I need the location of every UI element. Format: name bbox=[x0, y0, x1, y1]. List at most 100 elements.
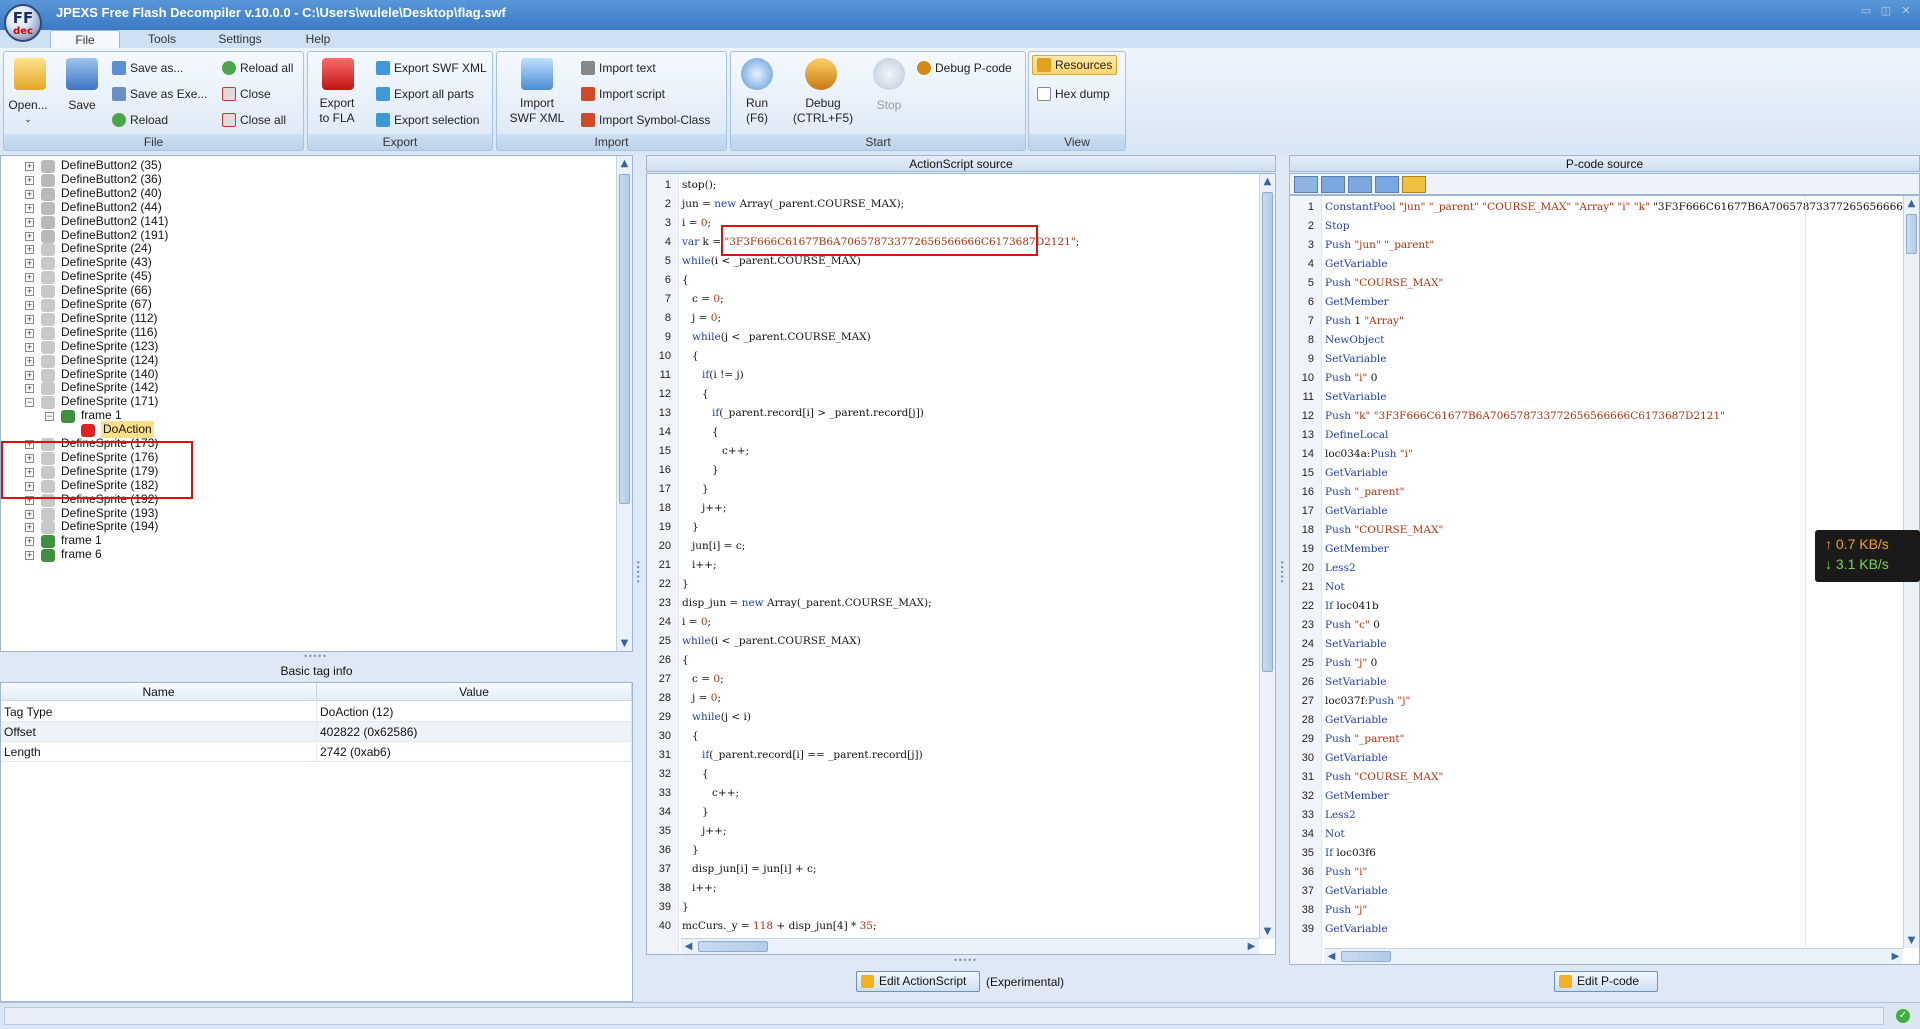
start-group-title: Start bbox=[731, 134, 1025, 150]
import-script-button[interactable]: Import script bbox=[581, 86, 665, 102]
minimize-icon[interactable]: ▭ bbox=[1858, 4, 1874, 18]
scroll-right-icon[interactable]: ▶ bbox=[1244, 939, 1259, 954]
scroll-up-icon[interactable]: ▲ bbox=[1904, 196, 1919, 211]
scroll-down-icon[interactable]: ▼ bbox=[617, 636, 632, 651]
run-play-icon[interactable] bbox=[741, 58, 773, 90]
save-disk-icon[interactable] bbox=[66, 58, 98, 90]
expand-icon[interactable]: + bbox=[25, 551, 34, 561]
pcode-hscrollbar[interactable]: ◀ ▶ bbox=[1324, 948, 1903, 964]
expand-icon[interactable]: + bbox=[25, 175, 34, 185]
expand-icon[interactable]: + bbox=[25, 384, 34, 394]
import-swf-xml-button[interactable]: Import SWF XML bbox=[505, 96, 569, 126]
stop-icon[interactable] bbox=[873, 58, 905, 90]
col-name-header[interactable]: Name bbox=[1, 683, 317, 701]
export-selection-button[interactable]: Export selection bbox=[376, 112, 479, 128]
collapse-icon[interactable]: − bbox=[25, 398, 34, 408]
tab-settings[interactable]: Settings bbox=[206, 30, 274, 48]
export-all-parts-button[interactable]: Export all parts bbox=[376, 86, 474, 102]
export-swf-xml-button[interactable]: Export SWF XML bbox=[376, 60, 487, 76]
open-button[interactable]: Open... bbox=[8, 98, 48, 113]
align-icon[interactable] bbox=[1294, 176, 1318, 193]
settings-icon[interactable] bbox=[1402, 176, 1426, 193]
code-line: If loc03f6 bbox=[1325, 847, 1376, 859]
import-xml-icon[interactable] bbox=[521, 58, 553, 90]
run-button[interactable]: Run (F6) bbox=[735, 96, 779, 126]
tree-item[interactable]: + frame 6 bbox=[1, 547, 613, 564]
open-folder-icon[interactable] bbox=[14, 58, 46, 90]
pcode-hscroll-thumb[interactable] bbox=[1341, 951, 1391, 962]
expand-icon[interactable]: + bbox=[25, 314, 34, 324]
close-icon[interactable]: ✕ bbox=[1898, 4, 1914, 18]
as-scroll-thumb[interactable] bbox=[1262, 192, 1273, 672]
as-hscrollbar[interactable]: ◀ ▶ bbox=[681, 938, 1259, 954]
expand-icon[interactable]: + bbox=[25, 273, 34, 283]
scroll-down-icon[interactable]: ▼ bbox=[1260, 924, 1275, 939]
export-fla-button[interactable]: Export to FLA bbox=[312, 96, 362, 126]
actionscript-editor[interactable]: 1 stop(); 2 jun = new Array(_parent.COURSE_… bbox=[646, 173, 1276, 955]
import-text-button[interactable]: Import text bbox=[581, 60, 656, 76]
reload-all-button[interactable]: Reload all bbox=[222, 60, 293, 76]
splitter-handle[interactable]: ••••• bbox=[950, 957, 980, 965]
tab-help[interactable]: Help bbox=[290, 30, 346, 48]
resources-button[interactable]: Resources bbox=[1032, 55, 1118, 75]
debug-bug-icon[interactable] bbox=[805, 58, 837, 90]
debug-button[interactable]: Debug (CTRL+F5) bbox=[783, 96, 863, 126]
expand-icon[interactable]: + bbox=[25, 189, 34, 199]
as-hscroll-thumb[interactable] bbox=[698, 941, 768, 952]
tab-tools[interactable]: Tools bbox=[130, 30, 194, 48]
expand-icon[interactable]: + bbox=[25, 217, 34, 227]
code-line: j = 0; bbox=[682, 692, 721, 704]
scroll-up-icon[interactable]: ▲ bbox=[1260, 174, 1275, 189]
save-as-exe-button[interactable]: Save as Exe... bbox=[112, 86, 207, 102]
expand-icon[interactable]: + bbox=[25, 356, 34, 366]
scroll-right-icon[interactable]: ▶ bbox=[1888, 949, 1903, 964]
pcode-scroll-thumb[interactable] bbox=[1906, 214, 1917, 254]
splitter-handle[interactable]: ••••• bbox=[633, 560, 642, 590]
edit-actionscript-button[interactable]: Edit ActionScript bbox=[856, 971, 980, 992]
collapse-icon[interactable]: − bbox=[45, 412, 54, 422]
scroll-down-icon[interactable]: ▼ bbox=[1904, 933, 1919, 948]
expand-icon[interactable]: + bbox=[25, 509, 34, 519]
tag-tree[interactable]: + DefineButton2 (35) + DefineButton2 (36) + D… bbox=[0, 155, 633, 652]
import-symbol-class-button[interactable]: Import Symbol-Class bbox=[581, 112, 710, 128]
save-as-button[interactable]: Save as... bbox=[112, 60, 183, 76]
scroll-up-icon[interactable]: ▲ bbox=[617, 156, 632, 171]
tab-file[interactable]: File bbox=[50, 30, 120, 48]
splitter-handle[interactable]: ••••• bbox=[300, 653, 330, 661]
tree-scrollbar[interactable]: ▲ ▼ bbox=[616, 156, 632, 651]
expand-icon[interactable]: + bbox=[25, 203, 34, 213]
scroll-left-icon[interactable]: ◀ bbox=[1324, 949, 1339, 964]
as-vscrollbar[interactable]: ▲ ▼ bbox=[1259, 174, 1275, 939]
expand-icon[interactable]: + bbox=[25, 287, 34, 297]
expand-icon[interactable]: + bbox=[25, 370, 34, 380]
expand-icon[interactable]: + bbox=[25, 523, 34, 533]
fla-icon[interactable] bbox=[322, 58, 354, 90]
reload-button[interactable]: Reload bbox=[112, 112, 168, 128]
debug-pcode-button[interactable]: Debug P-code bbox=[917, 60, 1012, 76]
expand-icon[interactable]: + bbox=[25, 259, 34, 269]
tree-scroll-thumb[interactable] bbox=[619, 174, 630, 504]
expand-icon[interactable]: + bbox=[25, 328, 34, 338]
chevron-down-icon[interactable]: ⌄ bbox=[18, 112, 38, 127]
edit-pcode-button[interactable]: Edit P-code bbox=[1554, 971, 1658, 992]
close-all-button[interactable]: Close all bbox=[222, 112, 286, 128]
line-number: 19 bbox=[1301, 543, 1314, 555]
splitter-handle[interactable]: ••••• bbox=[1277, 560, 1286, 590]
hex-dump-button[interactable]: Hex dump bbox=[1037, 86, 1110, 102]
expand-icon[interactable]: + bbox=[25, 245, 34, 255]
scroll-left-icon[interactable]: ◀ bbox=[681, 939, 696, 954]
stop-button[interactable]: Stop bbox=[869, 98, 909, 113]
expand-icon[interactable]: + bbox=[25, 301, 34, 310]
expand-icon[interactable]: + bbox=[25, 537, 34, 547]
onoff-push-icon[interactable] bbox=[1321, 176, 1345, 193]
expand-icon[interactable]: + bbox=[25, 342, 34, 352]
col-value-header[interactable]: Value bbox=[317, 683, 632, 701]
maximize-icon[interactable]: ◫ bbox=[1878, 4, 1894, 18]
close-button[interactable]: Close bbox=[222, 86, 271, 102]
hex-icon[interactable] bbox=[1375, 176, 1399, 193]
goto-icon[interactable] bbox=[1348, 176, 1372, 193]
save-button[interactable]: Save bbox=[62, 98, 102, 113]
expand-icon[interactable]: + bbox=[25, 162, 34, 171]
expand-icon[interactable]: + bbox=[25, 231, 34, 241]
app-logo[interactable]: FF dec bbox=[4, 4, 42, 42]
